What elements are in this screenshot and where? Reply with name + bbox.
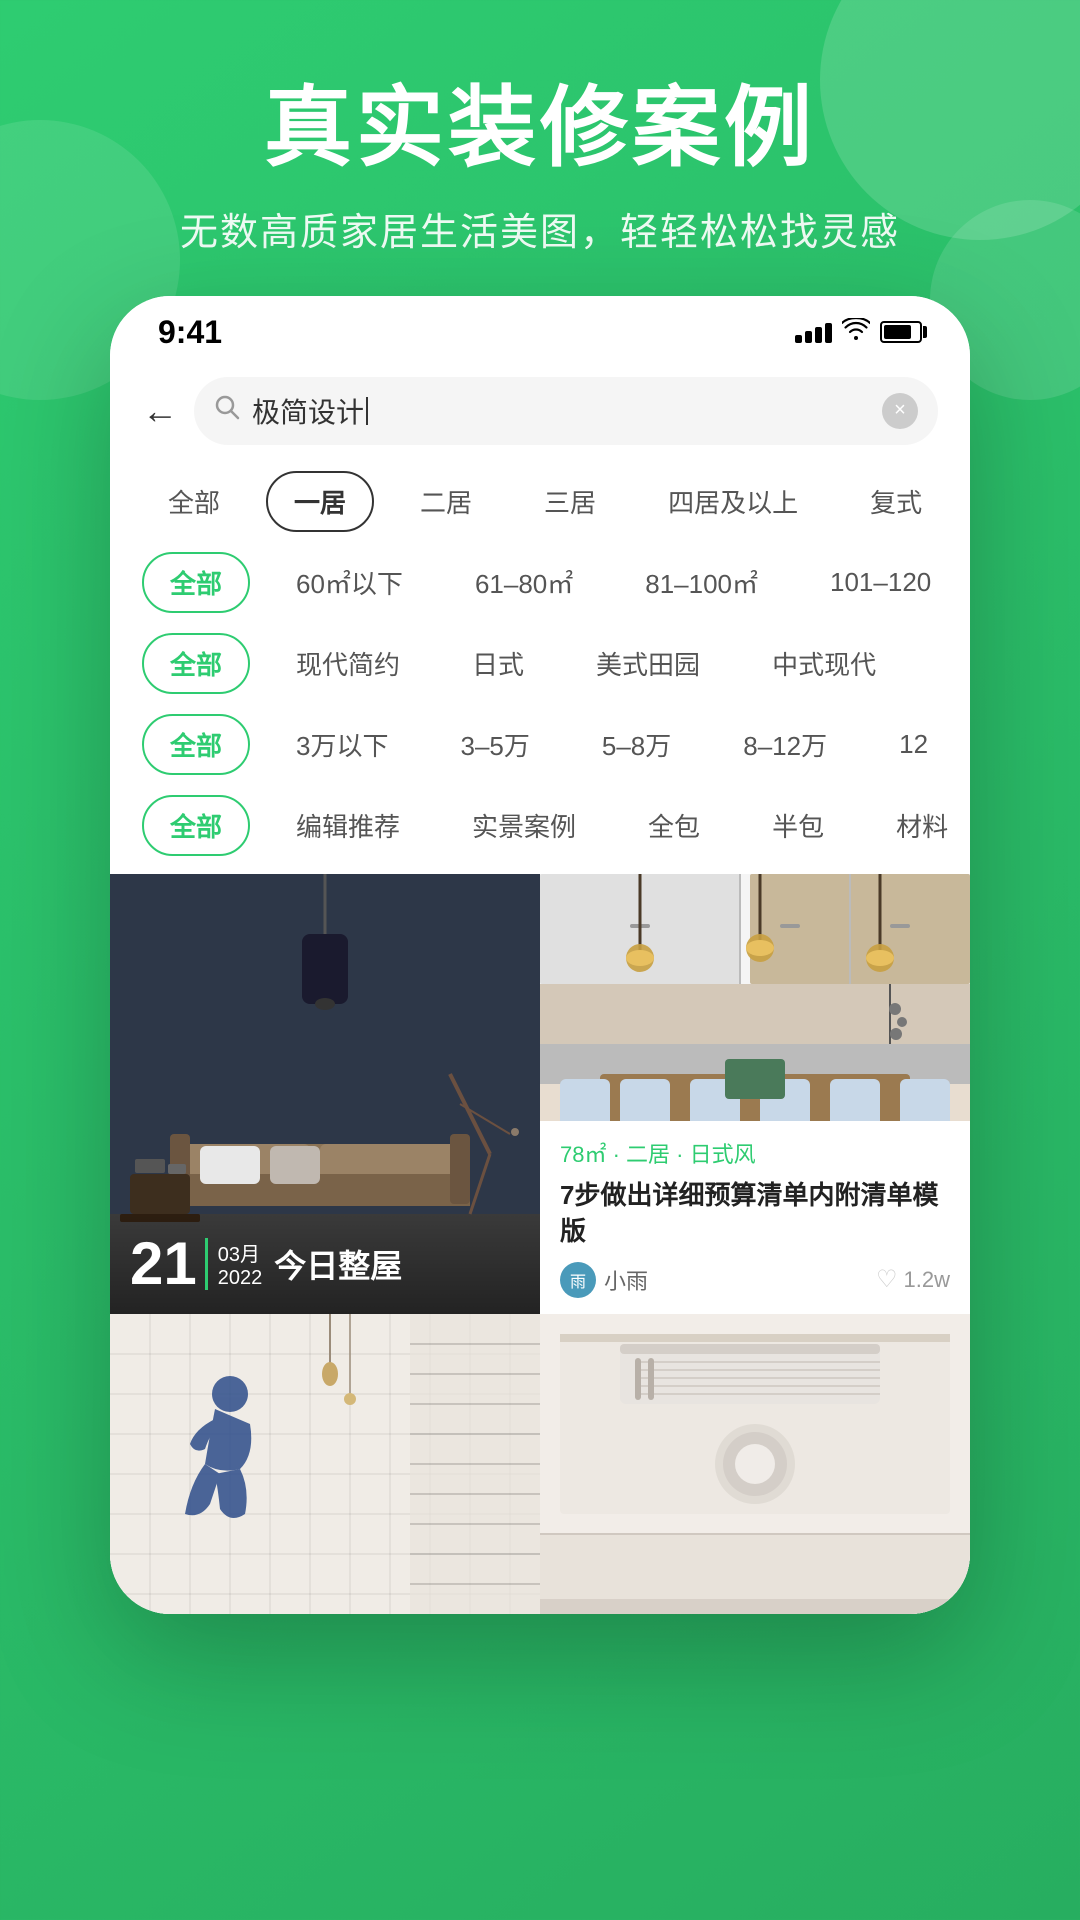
card-meta: 78㎡ · 二居 · 日式风 7步做出详细预算清单内附清单模版 雨 小雨 ♡ 1…: [540, 1121, 970, 1314]
filter-row-2: 全部 60㎡以下 61–80㎡ 81–100㎡ 101–120: [110, 542, 970, 623]
filter-chip-full[interactable]: 全包: [622, 797, 726, 854]
filter-chip-3ju[interactable]: 三居: [518, 473, 622, 530]
filter-chip-60[interactable]: 60㎡以下: [270, 554, 429, 611]
card-ceiling[interactable]: [540, 1314, 970, 1614]
like-number: 1.2w: [904, 1267, 950, 1293]
back-button[interactable]: ←: [142, 390, 178, 432]
filter-chip-120[interactable]: 101–120: [804, 557, 957, 608]
filter-row-5: 全部 编辑推荐 实景案例 全包 半包 材料: [110, 785, 970, 866]
filter-chip-100[interactable]: 81–100㎡: [619, 554, 784, 611]
filter-chip-all-3[interactable]: 全部: [142, 633, 250, 694]
filter-chip-half[interactable]: 半包: [746, 797, 850, 854]
phone-mockup: 9:41 ←: [110, 296, 970, 1614]
today-label: 今日整屋: [274, 1241, 402, 1287]
clear-button[interactable]: ×: [882, 393, 918, 429]
filter-chip-3w[interactable]: 3万以下: [270, 716, 414, 773]
wifi-icon: [842, 318, 870, 347]
filter-chip-editorial[interactable]: 编辑推荐: [270, 797, 426, 854]
date-month: 03月: [218, 1238, 263, 1267]
status-time: 9:41: [158, 314, 222, 351]
filter-chip-1ju[interactable]: 一居: [266, 471, 374, 532]
status-icons: [795, 318, 922, 347]
date-num: 21: [130, 1234, 197, 1294]
search-section: ← 极简设计 ×: [110, 361, 970, 461]
card-tags: 78㎡ · 二居 · 日式风: [560, 1137, 950, 1169]
filter-chip-2ju[interactable]: 二居: [394, 473, 498, 530]
card-title: 7步做出详细预算清单内附清单模版: [560, 1177, 950, 1250]
author-name: 小雨: [604, 1264, 648, 1296]
filter-chip-material[interactable]: 材料: [870, 797, 970, 854]
filter-row-3: 全部 现代简约 日式 美式田园 中式现代: [110, 623, 970, 704]
date-info: 03月 2022: [205, 1238, 263, 1290]
ceiling-svg: [540, 1314, 970, 1614]
search-icon: [214, 394, 240, 427]
filter-chip-12plus[interactable]: 12: [873, 719, 954, 770]
filter-chip-4ju[interactable]: 四居及以上: [642, 473, 824, 530]
filter-chip-american[interactable]: 美式田园: [570, 635, 726, 692]
filter-chip-all-4[interactable]: 全部: [142, 714, 250, 775]
filter-chip-modern[interactable]: 现代简约: [270, 635, 426, 692]
main-title: 真实装修案例: [0, 80, 1080, 177]
header-section: 真实装修案例 无数高质家居生活美图，轻轻松松找灵感: [0, 0, 1080, 296]
search-input[interactable]: 极简设计: [252, 391, 870, 431]
battery-icon: [880, 321, 922, 343]
filter-chip-80[interactable]: 61–80㎡: [449, 554, 599, 611]
card-kitchen[interactable]: 78㎡ · 二居 · 日式风 7步做出详细预算清单内附清单模版 雨 小雨 ♡ 1…: [540, 874, 970, 1314]
sub-title: 无数高质家居生活美图，轻轻松松找灵感: [0, 201, 1080, 256]
search-bar[interactable]: 极简设计 ×: [194, 377, 938, 445]
content-grid: 21 03月 2022 今日整屋: [110, 874, 970, 1614]
date-badge: 21 03月 2022 今日整屋: [130, 1234, 520, 1294]
author-info: 雨 小雨: [560, 1262, 648, 1298]
filter-chip-fushi[interactable]: 复式: [844, 473, 948, 530]
filter-chip-12w[interactable]: 8–12万: [717, 716, 853, 773]
date-year: 2022: [218, 1267, 263, 1290]
filter-row-1: 全部 一居 二居 三居 四居及以上 复式: [110, 461, 970, 542]
card-footer: 雨 小雨 ♡ 1.2w: [560, 1262, 950, 1298]
signal-icon: [795, 321, 832, 343]
filter-row-4: 全部 3万以下 3–5万 5–8万 8–12万 12: [110, 704, 970, 785]
author-avatar: 雨: [560, 1262, 596, 1298]
filter-chip-5w[interactable]: 3–5万: [434, 716, 555, 773]
filter-section: 全部 一居 二居 三居 四居及以上 复式 全部 60㎡以下 61–80㎡ 81–…: [110, 461, 970, 874]
filter-chip-all-2[interactable]: 全部: [142, 552, 250, 613]
card-date-overlay: 21 03月 2022 今日整屋: [110, 1214, 540, 1314]
filter-chip-japanese[interactable]: 日式: [446, 635, 550, 692]
wall-art-svg: [110, 1314, 540, 1614]
card-today-room[interactable]: 21 03月 2022 今日整屋: [110, 874, 540, 1314]
filter-chip-all-1[interactable]: 全部: [142, 473, 246, 530]
filter-chip-chinese[interactable]: 中式现代: [746, 635, 902, 692]
like-count: ♡ 1.2w: [876, 1265, 950, 1294]
status-bar: 9:41: [110, 296, 970, 361]
filter-chip-all-5[interactable]: 全部: [142, 795, 250, 856]
filter-chip-real[interactable]: 实景案例: [446, 797, 602, 854]
heart-icon: ♡: [876, 1265, 898, 1294]
card-wall-art[interactable]: [110, 1314, 540, 1614]
filter-chip-8w[interactable]: 5–8万: [576, 716, 697, 773]
